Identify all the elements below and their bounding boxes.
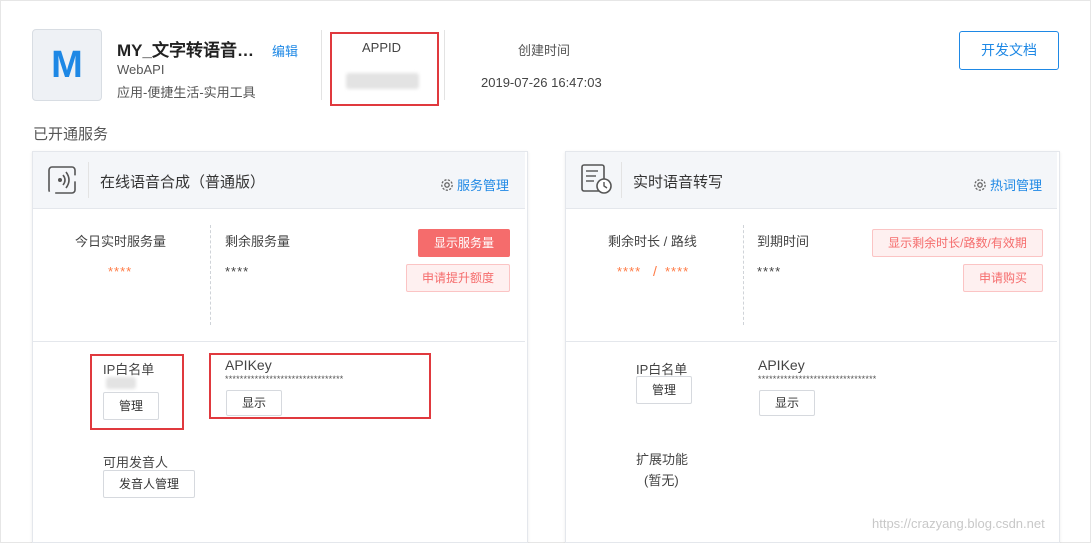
service-card-transcribe <box>565 151 1060 543</box>
app-type: WebAPI <box>117 62 165 77</box>
card-title: 在线语音合成（普通版） <box>100 174 266 191</box>
appid-value-redacted <box>346 73 419 89</box>
card-divider <box>33 341 525 342</box>
hotword-manage-link[interactable]: 热词管理 <box>973 175 1042 194</box>
today-usage-value: **** <box>108 264 133 279</box>
appid-label: APPID <box>362 40 402 55</box>
ip-manage-button[interactable]: 管理 <box>636 376 692 404</box>
raise-quota-button[interactable]: 申请提升额度 <box>406 264 510 292</box>
ip-highlight-box <box>90 354 184 430</box>
apikey-highlight-box <box>209 353 431 419</box>
app-category: 应用-便捷生活-实用工具 <box>117 85 256 100</box>
transcript-clock-icon <box>581 164 612 194</box>
card-divider <box>566 341 1057 342</box>
service-manage-label: 服务管理 <box>457 178 510 193</box>
apikey-value: ******************************** <box>758 374 877 384</box>
hotword-manage-label: 热词管理 <box>990 178 1043 193</box>
remain-usage-value: **** <box>225 264 250 279</box>
card-header-divider <box>88 162 89 198</box>
service-manage-link[interactable]: 服务管理 <box>440 175 509 194</box>
apikey-show-button[interactable]: 显示 <box>759 390 815 416</box>
header-divider <box>444 30 445 100</box>
show-remaining-button[interactable]: 显示剩余时长/路数/有效期 <box>872 229 1043 257</box>
card-title: 实时语音转写 <box>633 174 724 191</box>
remain-duration-label: 剩余时长 / 路线 <box>608 234 697 249</box>
apply-purchase-button[interactable]: 申请购买 <box>963 264 1043 292</box>
app-logo: M <box>32 29 102 101</box>
remain-separator: / <box>653 263 658 279</box>
watermark-text: https://crazyang.blog.csdn.net <box>872 516 1045 531</box>
edit-link[interactable]: 编辑 <box>272 41 298 60</box>
remain-duration-value: **** <box>617 264 642 279</box>
stat-divider <box>210 225 211 325</box>
today-usage-label: 今日实时服务量 <box>75 234 167 249</box>
speaker-label: 可用发音人 <box>103 455 169 470</box>
card-header-divider <box>621 162 622 198</box>
dev-docs-button[interactable]: 开发文档 <box>959 31 1059 70</box>
stat-divider <box>743 225 744 325</box>
apikey-label: APIKey <box>758 357 805 373</box>
gear-icon <box>441 178 453 191</box>
speaker-manage-button[interactable]: 发音人管理 <box>103 470 195 498</box>
created-value: 2019-07-26 16:47:03 <box>481 75 602 90</box>
gear-icon <box>974 178 986 191</box>
show-usage-button[interactable]: 显示服务量 <box>418 229 510 257</box>
header-divider <box>321 30 322 100</box>
extension-label: 扩展功能 <box>636 452 689 467</box>
expire-label: 到期时间 <box>757 234 810 249</box>
remain-usage-label: 剩余服务量 <box>225 234 291 249</box>
remain-lines-value: **** <box>665 264 690 279</box>
speaker-wave-icon <box>48 166 76 194</box>
app-name: MY_文字转语音… <box>117 41 254 60</box>
created-label: 创建时间 <box>518 43 571 58</box>
section-title: 已开通服务 <box>33 126 109 143</box>
expire-value: **** <box>757 264 782 279</box>
extension-value: (暂无) <box>644 473 679 488</box>
